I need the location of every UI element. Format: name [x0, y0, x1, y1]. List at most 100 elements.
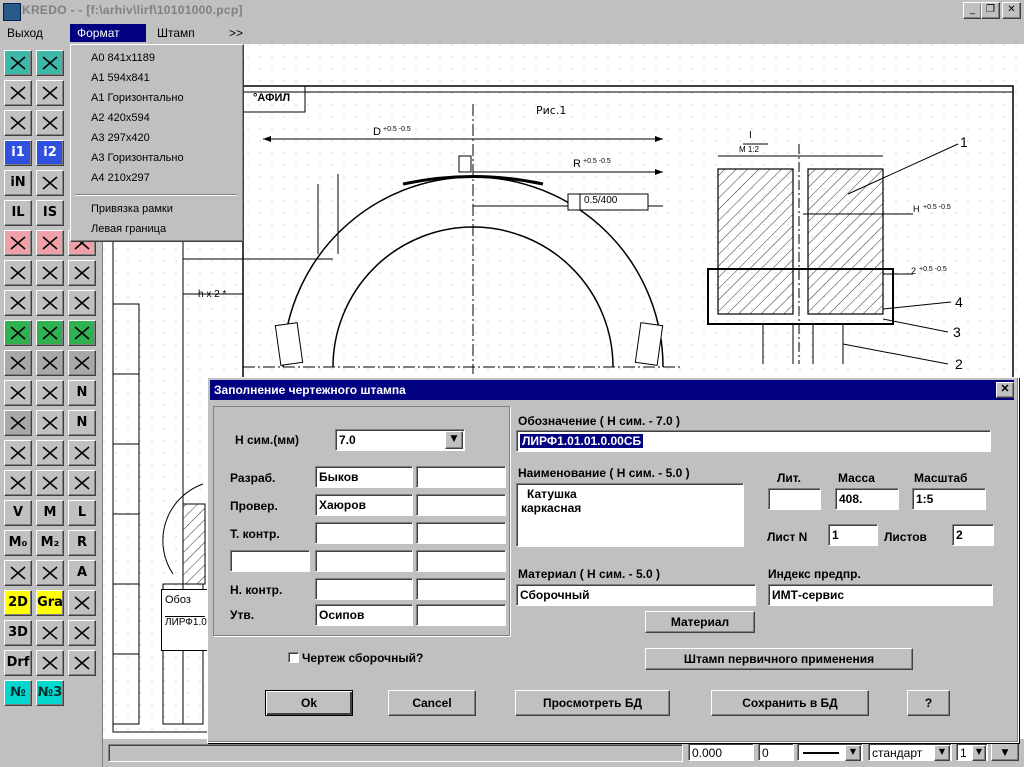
pointer-icon[interactable] [36, 380, 64, 406]
format-a0[interactable]: А0 841х1189 [91, 52, 155, 64]
menu-more[interactable]: >> [222, 24, 250, 42]
select-pink-b-icon[interactable] [36, 230, 64, 256]
chevron-down-icon[interactable]: ▼ [934, 745, 950, 761]
layer-gray-c-icon[interactable] [68, 350, 96, 376]
layer-green-a-icon[interactable] [4, 320, 32, 346]
chevron-down-icon[interactable]: ▼ [445, 431, 463, 449]
lips-icon[interactable] [68, 590, 96, 616]
sig-role-4[interactable] [230, 550, 310, 572]
left-border-item[interactable]: Левая граница [91, 223, 166, 235]
menu-exit[interactable]: Выход [0, 24, 50, 42]
format-a2[interactable]: А2 420х594 [91, 112, 150, 124]
trim-icon[interactable] [4, 260, 32, 286]
designation-field[interactable]: ЛИРФ1.01.01.0.00СБ [516, 430, 991, 452]
line-style-select[interactable]: ▼ [797, 743, 863, 761]
sig-date-3[interactable] [416, 522, 506, 544]
format-a1-horizontal[interactable]: А1 Горизонтально [91, 92, 184, 104]
sig-date-5[interactable] [416, 578, 506, 600]
lit-field[interactable] [768, 488, 821, 510]
sig-name-6[interactable]: Осипов [315, 604, 413, 626]
line-icon[interactable] [36, 50, 64, 76]
mode-2d-icon[interactable]: 2D [4, 590, 32, 616]
layer-green-c-icon[interactable] [68, 320, 96, 346]
format-a3[interactable]: А3 297х420 [91, 132, 150, 144]
tool-is-icon[interactable]: IS [36, 200, 64, 226]
chevron-down-icon[interactable]: ▼ [845, 745, 861, 761]
graphics-icon[interactable]: Gra [36, 590, 64, 616]
cut-a-icon[interactable] [4, 290, 32, 316]
arc-icon[interactable] [4, 80, 32, 106]
layer-dropdown-arrow[interactable]: ▼ [991, 743, 1019, 761]
tool-m0-icon[interactable]: M₀ [4, 530, 32, 556]
branch-icon[interactable] [68, 470, 96, 496]
ellipse-icon[interactable] [36, 110, 64, 136]
sig-name-1[interactable]: Быков [315, 466, 413, 488]
pointer-2-icon[interactable] [36, 410, 64, 436]
anchor-icon[interactable] [4, 470, 32, 496]
window-icon[interactable] [4, 440, 32, 466]
sig-name-4[interactable] [315, 550, 413, 572]
layer-select[interactable]: 1 ▼ [956, 743, 988, 761]
name-field[interactable]: Катушка каркасная [516, 483, 744, 547]
scale-field[interactable]: 1:5 [912, 488, 986, 510]
layer-gray-a-icon[interactable] [4, 350, 32, 376]
copy-icon[interactable] [36, 440, 64, 466]
tool-il-icon[interactable]: IL [4, 200, 32, 226]
format-a3-horizontal[interactable]: А3 Горизонтально [91, 152, 184, 164]
layer-gray-b-icon[interactable] [36, 350, 64, 376]
numbering-icon[interactable]: № [4, 680, 32, 706]
frame-snap-item[interactable]: Привязка рамки [91, 203, 173, 215]
close-button[interactable]: ✕ [1002, 2, 1021, 19]
brain-icon[interactable] [68, 620, 96, 646]
sheets-field[interactable]: 2 [952, 524, 994, 546]
tool-mz-icon[interactable]: M₂ [36, 530, 64, 556]
maximize-button[interactable]: ❐ [981, 2, 1000, 19]
fillet-icon[interactable] [36, 260, 64, 286]
chevron-down-icon[interactable]: ▼ [972, 745, 986, 761]
draft-icon[interactable]: Drf [4, 650, 32, 676]
cut-b-icon[interactable] [36, 290, 64, 316]
stretch-icon[interactable] [68, 650, 96, 676]
info-1-icon[interactable]: i1 [4, 140, 32, 166]
grid-icon[interactable] [68, 440, 96, 466]
material-field[interactable]: Сборочный [516, 584, 756, 606]
sig-date-6[interactable] [416, 604, 506, 626]
format-a1[interactable]: А1 594х841 [91, 72, 150, 84]
normal-icon[interactable]: N [68, 380, 96, 406]
minimize-button[interactable]: _ [963, 2, 982, 19]
help-button[interactable]: ? [907, 690, 950, 716]
angle-icon[interactable] [36, 650, 64, 676]
menu-format[interactable]: Формат [70, 24, 146, 42]
format-a4[interactable]: А4 210х297 [91, 172, 150, 184]
assembly-checkbox[interactable] [288, 652, 299, 663]
crosshatch-icon[interactable] [4, 50, 32, 76]
scissors-icon[interactable] [68, 290, 96, 316]
text-a-icon[interactable]: A [68, 560, 96, 586]
tool-v-icon[interactable]: V [4, 500, 32, 526]
tool-m-icon[interactable]: M [36, 500, 64, 526]
fork-icon[interactable] [36, 470, 64, 496]
ok-button[interactable]: Ok [265, 690, 353, 716]
font-select[interactable]: стандарт ▼ [868, 743, 952, 761]
frame-icon[interactable] [36, 560, 64, 586]
lasso-icon[interactable] [4, 380, 32, 406]
info-n-icon[interactable]: iN [4, 170, 32, 196]
rectangle-icon[interactable] [4, 110, 32, 136]
sig-name-2[interactable]: Хаюров [315, 494, 413, 516]
sig-date-1[interactable] [416, 466, 506, 488]
sig-name-5[interactable] [315, 578, 413, 600]
dialog-close-button[interactable]: ✕ [996, 382, 1014, 398]
info-2-icon[interactable]: i2 [36, 140, 64, 166]
menu-stamp[interactable]: Штамп [150, 24, 202, 42]
layers-icon[interactable] [36, 620, 64, 646]
cancel-button[interactable]: Cancel [388, 690, 476, 716]
mass-field[interactable]: 408. [835, 488, 899, 510]
sig-date-4[interactable] [416, 550, 506, 572]
tool-r-icon[interactable]: R [68, 530, 96, 556]
mode-3d-icon[interactable]: 3D [4, 620, 32, 646]
normal-2-icon[interactable]: N [68, 410, 96, 436]
h-sim-select[interactable]: 7.0 ▼ [335, 429, 465, 451]
sig-name-3[interactable] [315, 522, 413, 544]
pin-icon[interactable] [4, 410, 32, 436]
sig-date-2[interactable] [416, 494, 506, 516]
